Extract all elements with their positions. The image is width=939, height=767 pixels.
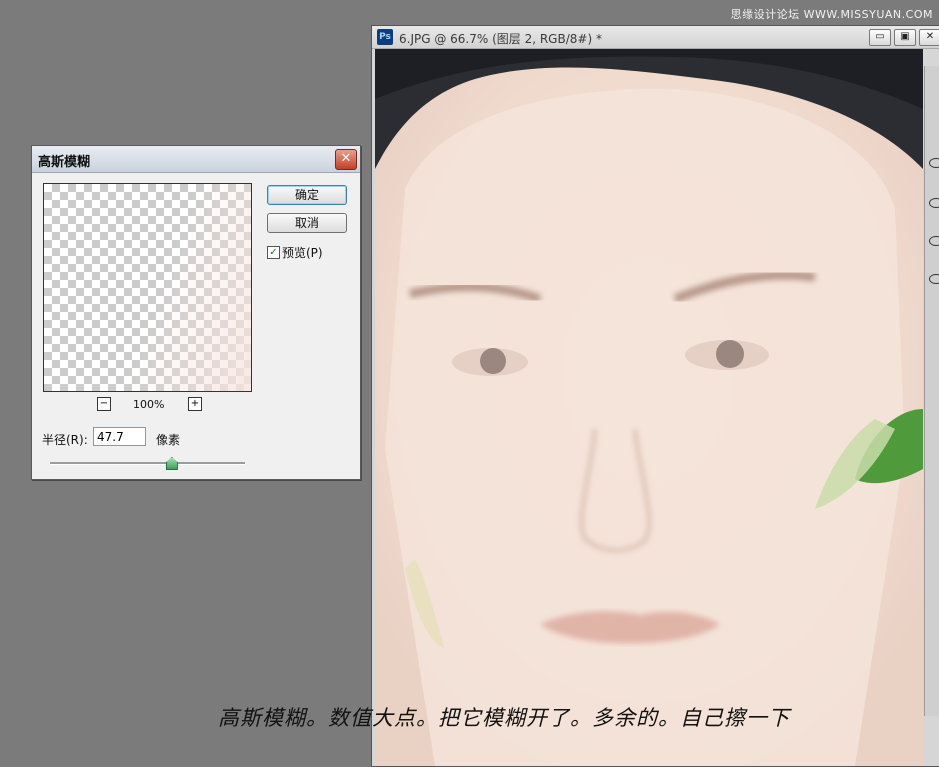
image-canvas[interactable] xyxy=(375,49,923,766)
dialog-close-button[interactable]: ✕ xyxy=(335,149,357,170)
cancel-button[interactable]: 取消 xyxy=(267,213,347,233)
face-photo xyxy=(375,49,923,766)
restore-button[interactable]: ▣ xyxy=(894,29,916,46)
radius-slider-track[interactable] xyxy=(50,462,245,465)
document-titlebar[interactable]: Ps 6.JPG @ 66.7% (图层 2, RGB/8#) * ▭ ▣ ✕ xyxy=(372,26,939,49)
dialog-title: 高斯模糊 xyxy=(38,155,91,170)
dialog-titlebar[interactable]: 高斯模糊 ✕ xyxy=(32,146,360,173)
photoshop-icon: Ps xyxy=(377,29,393,45)
eye-icon[interactable] xyxy=(929,158,939,168)
layers-panel-strip[interactable] xyxy=(924,66,939,716)
radius-slider-thumb[interactable] xyxy=(165,457,178,470)
eye-icon[interactable] xyxy=(929,236,939,246)
preview-checkbox[interactable]: ✓ xyxy=(267,246,280,259)
ok-button[interactable]: 确定 xyxy=(267,185,347,205)
minimize-button[interactable]: ▭ xyxy=(869,29,891,46)
caption-text: 高斯模糊。数值大点。把它模糊开了。多余的。自己擦一下 xyxy=(218,706,790,730)
preview-area[interactable] xyxy=(43,183,252,392)
radius-input[interactable] xyxy=(93,427,146,446)
preview-checkbox-label[interactable]: 预览(P) xyxy=(282,244,323,261)
document-window: Ps 6.JPG @ 66.7% (图层 2, RGB/8#) * ▭ ▣ ✕ xyxy=(371,25,939,767)
eye-icon[interactable] xyxy=(929,274,939,284)
gaussian-blur-dialog: 高斯模糊 ✕ 确定 取消 ✓ 预览(P) − 100% + 半径(R): 像素 xyxy=(31,145,361,480)
zoom-in-button[interactable]: + xyxy=(188,397,202,411)
radius-label: 半径(R): xyxy=(42,433,88,447)
unit-label: 像素 xyxy=(156,433,181,447)
document-title: 6.JPG @ 66.7% (图层 2, RGB/8#) * xyxy=(399,32,602,46)
eye-icon[interactable] xyxy=(929,198,939,208)
watermark: 思缘设计论坛 WWW.MISSYUAN.COM xyxy=(730,8,933,21)
close-button[interactable]: ✕ xyxy=(919,29,939,46)
zoom-value: 100% xyxy=(133,398,165,411)
zoom-out-button[interactable]: − xyxy=(97,397,111,411)
